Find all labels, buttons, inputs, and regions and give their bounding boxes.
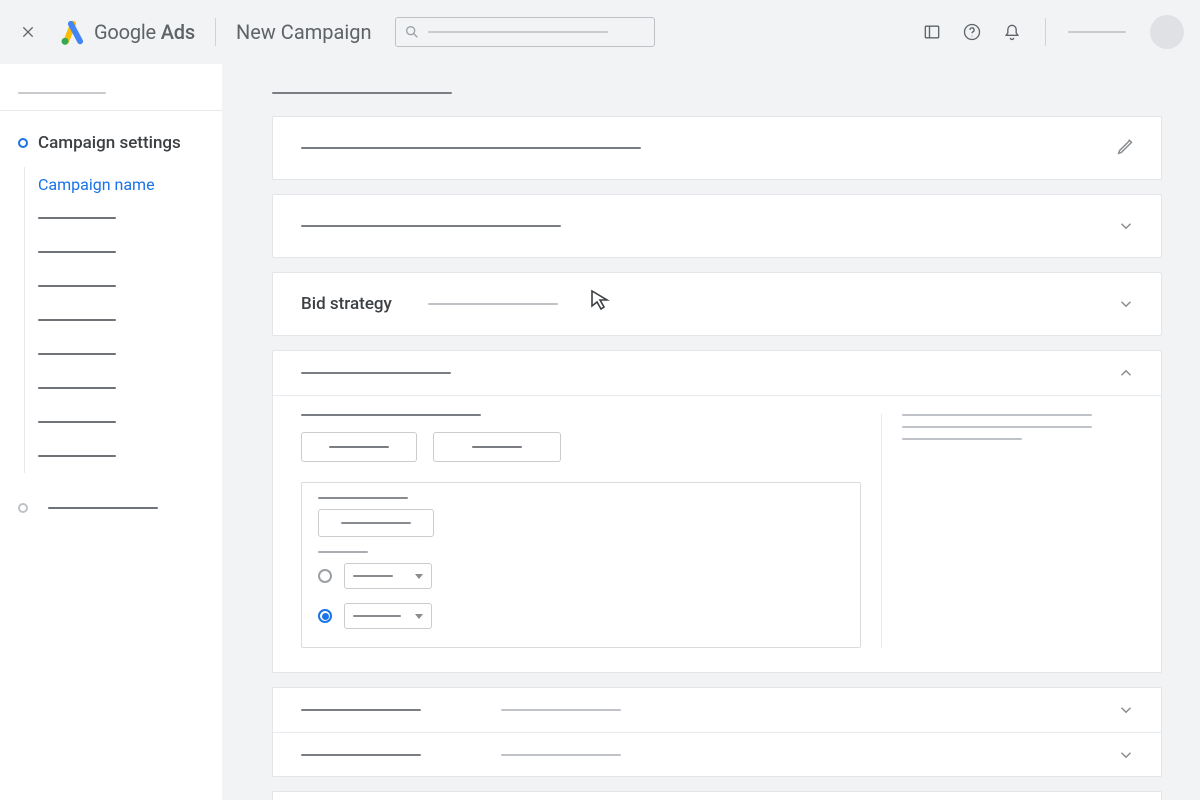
radio-dropdown-1[interactable] — [344, 563, 432, 589]
sidebar-item[interactable] — [38, 235, 222, 269]
help-text-line — [902, 438, 1022, 440]
chevron-down-icon — [1117, 701, 1135, 719]
sidebar-item[interactable] — [38, 269, 222, 303]
caret-down-icon — [415, 574, 423, 579]
radio-circle-selected[interactable] — [318, 609, 332, 623]
expand-button[interactable] — [1115, 744, 1137, 766]
sidebar-item[interactable] — [38, 371, 222, 405]
card-row-languages[interactable] — [273, 732, 1161, 776]
chevron-up-icon — [1117, 364, 1135, 382]
inner-label — [318, 497, 408, 499]
radio-option-1[interactable] — [318, 563, 844, 589]
card-locations-languages — [272, 687, 1162, 777]
card-bid-strategy[interactable]: Bid strategy — [272, 272, 1162, 336]
account-label — [1068, 31, 1126, 33]
page-title: New Campaign — [236, 20, 372, 44]
row-label — [301, 754, 421, 756]
caret-down-icon — [415, 614, 423, 619]
card-networks[interactable] — [272, 194, 1162, 258]
sidebar: Campaign settings Campaign name — [0, 64, 222, 800]
edit-button[interactable] — [1115, 135, 1137, 161]
google-ads-logo-icon — [58, 18, 86, 46]
brand-text: Google Ads — [94, 20, 195, 44]
card-header[interactable] — [273, 351, 1161, 395]
card-value — [428, 303, 558, 305]
header-divider-2 — [1045, 18, 1046, 46]
chevron-down-icon — [1117, 295, 1135, 313]
sidebar-item-campaign-name[interactable]: Campaign name — [38, 167, 222, 201]
card-budget — [272, 350, 1162, 673]
chip-row — [301, 432, 861, 462]
sidebar-section-campaign-settings[interactable]: Campaign settings — [0, 127, 222, 159]
expand-button[interactable] — [1115, 215, 1137, 237]
inner-text-input[interactable] — [318, 509, 434, 537]
reports-icon — [922, 22, 942, 42]
app-header: Google Ads New Campaign — [0, 0, 1200, 64]
close-icon — [20, 24, 36, 40]
card-row-locations[interactable] — [273, 688, 1161, 732]
card-title — [301, 225, 561, 227]
expand-button[interactable] — [1115, 699, 1137, 721]
card-campaign-name[interactable] — [272, 116, 1162, 180]
card-title — [301, 147, 641, 149]
help-panel — [881, 414, 1133, 648]
main-heading — [272, 92, 452, 94]
avatar[interactable] — [1150, 15, 1184, 49]
chevron-down-icon — [1117, 746, 1135, 764]
sidebar-section-title: Campaign settings — [38, 133, 181, 153]
header-divider — [215, 18, 216, 46]
row-value — [501, 754, 621, 756]
help-text-line — [902, 414, 1092, 416]
main-content: Bid strategy — [222, 64, 1200, 800]
collapse-button[interactable] — [1115, 362, 1137, 384]
sidebar-step-marker-pending — [18, 503, 28, 513]
close-button[interactable] — [16, 20, 40, 44]
sidebar-item[interactable] — [38, 337, 222, 371]
sidebar-divider — [0, 110, 222, 111]
section-label — [301, 414, 481, 416]
sidebar-item[interactable] — [38, 201, 222, 235]
card-title: Bid strategy — [301, 294, 392, 314]
search-icon — [404, 24, 420, 40]
radio-circle[interactable] — [318, 569, 332, 583]
sidebar-item-label: Campaign name — [38, 175, 155, 194]
row-label — [301, 709, 421, 711]
pencil-icon — [1115, 135, 1137, 157]
card-body — [273, 396, 1161, 672]
card-start-end[interactable] — [272, 791, 1162, 800]
sidebar-next-label — [48, 507, 158, 509]
sidebar-breadcrumb — [18, 92, 106, 94]
sidebar-section-next[interactable] — [0, 483, 222, 513]
row-value — [501, 709, 621, 711]
radio-option-2[interactable] — [318, 603, 844, 629]
chip-option-2[interactable] — [433, 432, 561, 462]
header-actions — [921, 15, 1184, 49]
radio-dropdown-2[interactable] — [344, 603, 432, 629]
chip-option-1[interactable] — [301, 432, 417, 462]
search-input[interactable] — [395, 17, 655, 47]
chevron-down-icon — [1117, 217, 1135, 235]
notifications-button[interactable] — [1001, 21, 1023, 43]
sidebar-item[interactable] — [38, 303, 222, 337]
brand-logo: Google Ads — [58, 18, 195, 46]
bell-icon — [1002, 22, 1022, 42]
expand-button[interactable] — [1115, 293, 1137, 315]
help-button[interactable] — [961, 21, 983, 43]
sidebar-sublist: Campaign name — [0, 159, 222, 483]
sidebar-step-marker-active — [18, 138, 28, 148]
sidebar-item[interactable] — [38, 439, 222, 473]
search-placeholder — [428, 31, 608, 33]
inner-sublabel — [318, 551, 368, 553]
card-title — [301, 372, 451, 374]
help-icon — [962, 22, 982, 42]
inner-settings-box — [301, 482, 861, 648]
help-text-line — [902, 426, 1092, 428]
reports-button[interactable] — [921, 21, 943, 43]
sidebar-item[interactable] — [38, 405, 222, 439]
